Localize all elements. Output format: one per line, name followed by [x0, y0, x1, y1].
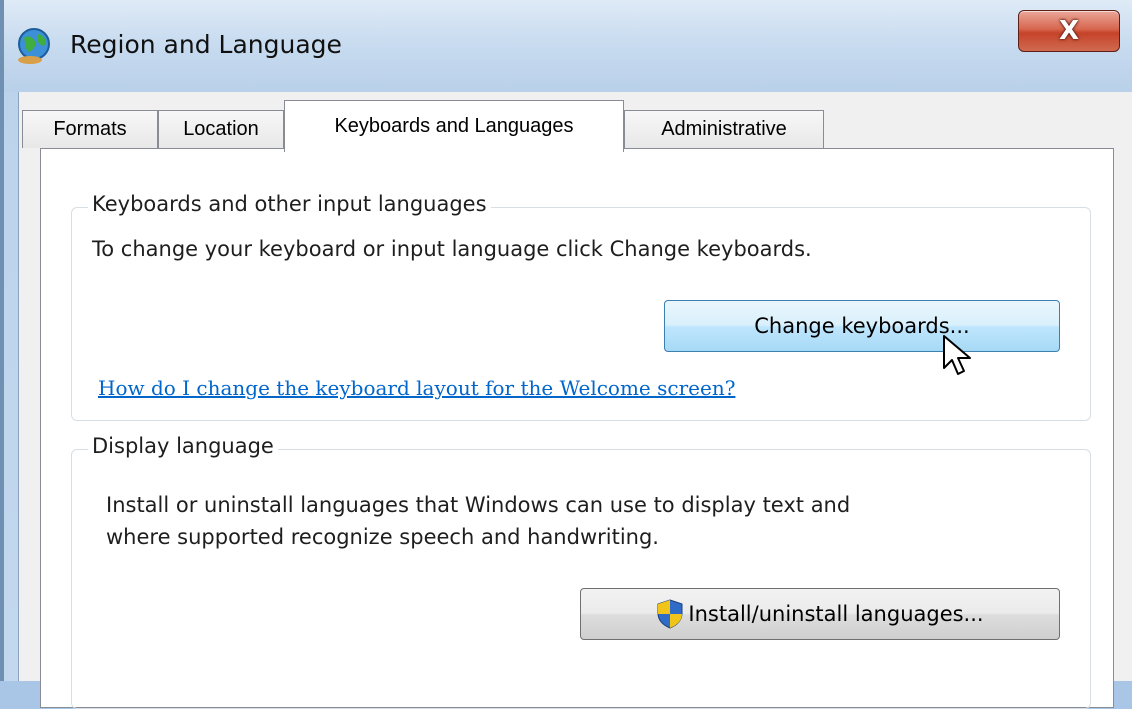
close-button[interactable]: X — [1018, 10, 1120, 52]
uac-shield-icon — [657, 599, 683, 629]
close-icon: X — [1058, 16, 1080, 46]
tab-keyboards-and-languages[interactable]: Keyboards and Languages — [284, 100, 624, 152]
mouse-pointer-icon — [943, 335, 971, 375]
change-keyboards-button[interactable]: Change keyboards... — [664, 300, 1060, 352]
display-language-description-line-1: Install or uninstall languages that Wind… — [106, 493, 851, 517]
keyboards-description: To change your keyboard or input languag… — [92, 237, 812, 261]
keyboards-group: Keyboards and other input languages To c… — [71, 192, 1091, 421]
tab-formats[interactable]: Formats — [22, 110, 158, 148]
welcome-screen-keyboard-help-link[interactable]: How do I change the keyboard layout for … — [98, 376, 735, 400]
region-language-window: Region and Language X Formats Location K… — [0, 0, 1132, 709]
display-language-group: Display language Install or uninstall la… — [71, 434, 1091, 709]
install-uninstall-languages-button[interactable]: Install/uninstall languages... — [580, 588, 1060, 640]
tab-administrative[interactable]: Administrative — [624, 110, 824, 148]
window-title: Region and Language — [70, 30, 342, 59]
display-language-description-line-2: where supported recognize speech and han… — [106, 525, 659, 549]
tab-page-keyboards-and-languages: Keyboards and other input languages To c… — [40, 148, 1114, 709]
tab-location[interactable]: Location — [158, 110, 284, 148]
keyboards-group-legend: Keyboards and other input languages — [88, 192, 491, 216]
title-bar[interactable]: Region and Language X — [4, 0, 1132, 92]
globe-icon — [18, 28, 50, 64]
display-language-group-legend: Display language — [88, 434, 278, 458]
